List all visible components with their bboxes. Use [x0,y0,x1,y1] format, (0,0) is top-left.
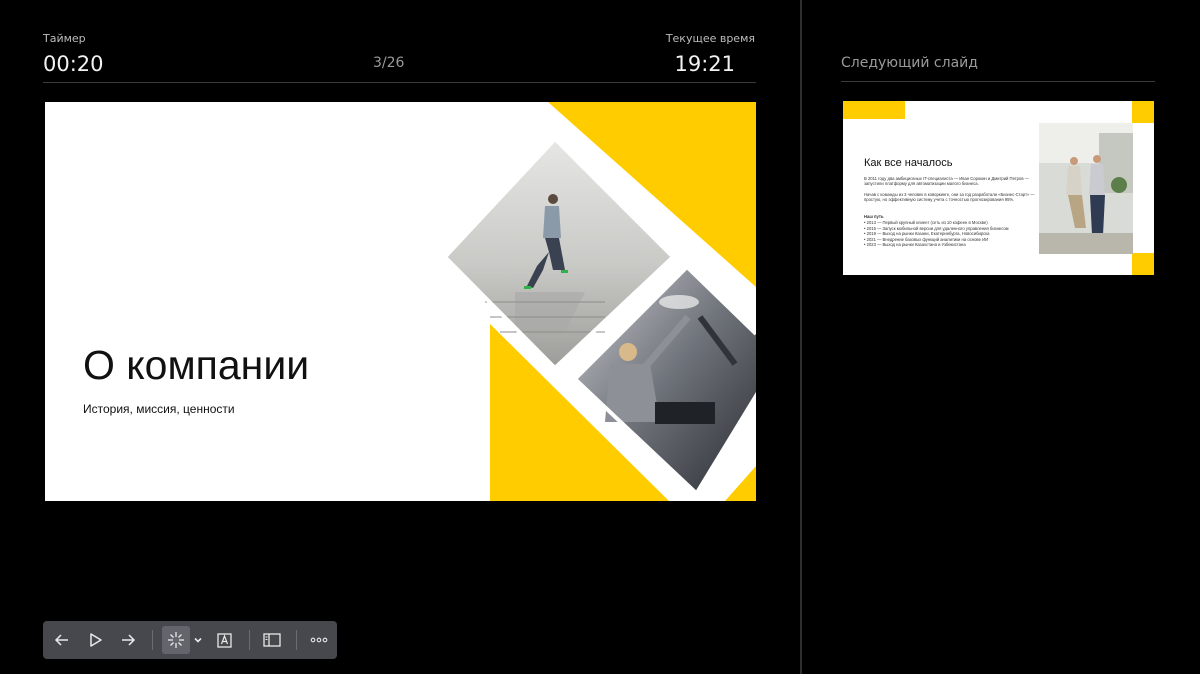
timer-label: Таймер [43,32,86,45]
next-slide-button[interactable] [114,626,142,654]
timer-value: 00:20 [43,52,104,76]
previous-slide-button[interactable] [48,626,76,654]
yellow-corner [725,466,756,501]
toolbar-separator [152,630,153,650]
current-slide[interactable]: О компании История, миссия, ценности [45,102,756,501]
pointer-options-button[interactable] [191,626,205,654]
header-divider [43,82,756,83]
next-slide-title: Как все началось [864,157,953,169]
next-slide-para2: Начав с команды из 3 человек в коворкинг… [864,192,1035,203]
more-options-button[interactable] [305,626,333,654]
text-tool-button[interactable] [211,626,239,654]
laser-pointer-icon [168,632,184,648]
presenter-toolbar [43,621,337,659]
next-slide-photo [1039,123,1133,254]
toolbar-separator [249,630,250,650]
next-slide-milestones: 2013 — Первый крупный клиент (сеть из 10… [864,220,1009,248]
list-item: 2023 — Выход на рынки Казахстана и Узбек… [864,242,1009,248]
more-icon [310,637,328,643]
play-icon [90,633,102,647]
sidebar-icon [263,633,281,647]
play-button[interactable] [81,626,109,654]
clock-value: 19:21 [674,52,735,76]
toggle-sidebar-button[interactable] [258,626,286,654]
next-slide-preview[interactable]: Как все началось В 2011 году два амбицио… [843,101,1154,275]
next-slide-divider [841,81,1155,82]
toolbar-separator [296,630,297,650]
pane-divider[interactable] [800,0,802,674]
next-slide-yellow-top [843,101,905,119]
clock-label: Текущее время [665,32,755,45]
arrow-right-icon [122,634,136,646]
list-item: 2013 — Первый крупный клиент (сеть из 10… [864,220,1009,226]
next-slide-para1: В 2011 году два амбициозных IT-специалис… [864,176,1029,187]
slide-subtitle: История, миссия, ценности [83,402,235,416]
text-icon [217,633,232,648]
list-item: 2019 — Выход на рынки Казани, Екатеринбу… [864,231,1009,237]
next-slide-path-title: Наш путь [864,214,884,219]
chevron-down-icon [194,637,202,643]
next-slide-yellow-right-bottom [1132,253,1154,275]
next-slide-heading: Следующий слайд [841,55,978,71]
slide-graphics [443,102,756,501]
arrow-left-icon [54,634,68,646]
laser-pointer-button[interactable] [162,626,190,654]
next-slide-yellow-right-top [1132,101,1154,123]
slide-counter: 3/26 [373,55,405,71]
slide-title: О компании [83,342,310,388]
